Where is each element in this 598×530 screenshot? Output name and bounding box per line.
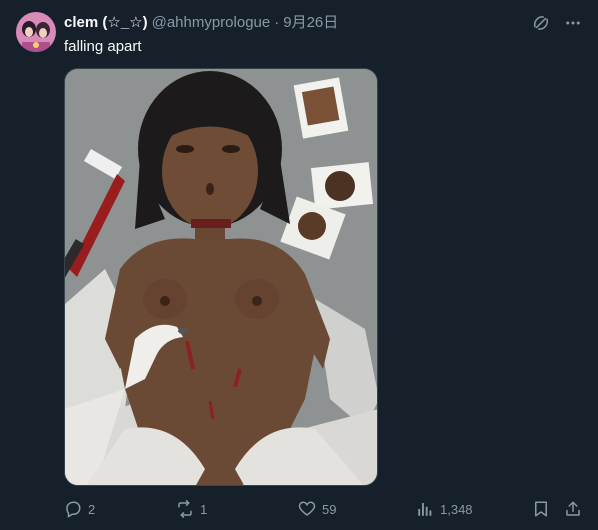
like-count: 59	[322, 501, 337, 517]
separator-dot: ·	[274, 14, 280, 31]
share-button[interactable]	[564, 498, 582, 520]
bookmark-button[interactable]	[532, 498, 550, 520]
avatar-image	[16, 12, 56, 52]
avatar[interactable]	[16, 12, 56, 52]
views-count: 1,348	[440, 501, 473, 517]
more-icon[interactable]	[562, 12, 584, 34]
bookmark-icon	[535, 501, 547, 517]
like-icon	[298, 501, 316, 516]
retweet-button[interactable]: 1	[176, 498, 207, 520]
share-icon	[566, 501, 580, 516]
illustration	[65, 69, 377, 485]
like-button[interactable]: 59	[298, 498, 336, 520]
reply-count: 2	[88, 501, 96, 517]
tweet-header: clem (☆_☆) @ahhmyprologue · 9月26日	[64, 13, 338, 33]
user-handle[interactable]: @ahhmyprologue	[152, 13, 271, 33]
retweet-count: 1	[200, 501, 208, 517]
tweet[interactable]: clem (☆_☆) @ahhmyprologue · 9月26日 fallin…	[0, 0, 598, 530]
tweet-media-image[interactable]	[64, 68, 378, 486]
grok-icon[interactable]	[530, 12, 552, 34]
tweet-actions: 2 1 59 1,348	[64, 498, 586, 520]
reply-button[interactable]: 2	[64, 498, 95, 520]
tweet-top-actions	[530, 12, 584, 34]
tweet-date[interactable]: 9月26日	[283, 13, 338, 33]
views-icon	[418, 503, 432, 516]
retweet-icon	[178, 500, 192, 518]
reply-icon	[66, 501, 81, 518]
tweet-text: falling apart	[64, 38, 142, 55]
display-name[interactable]: clem (☆_☆)	[64, 13, 148, 33]
views-button[interactable]: 1,348	[416, 498, 473, 520]
